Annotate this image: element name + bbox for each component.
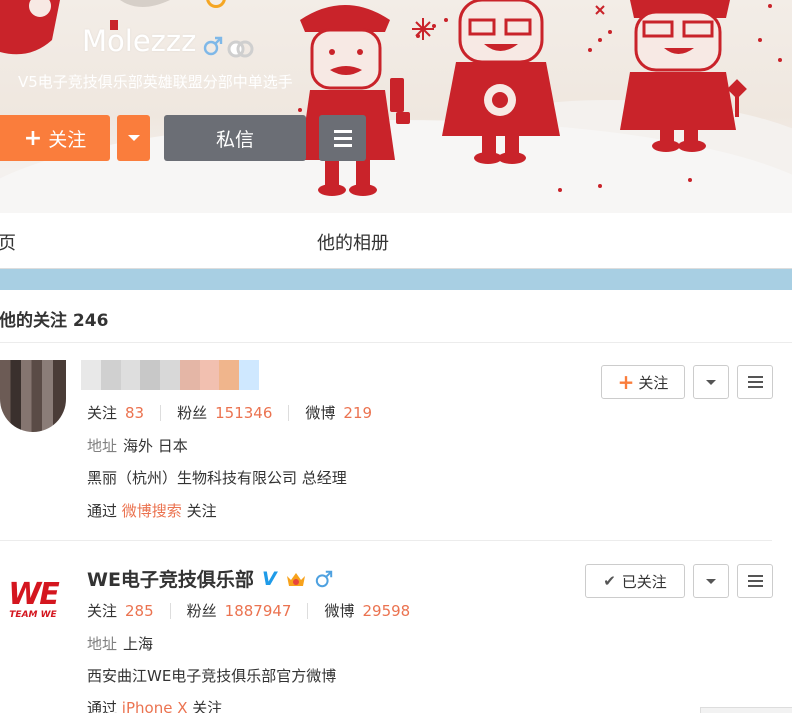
divider (0, 342, 792, 343)
follow-count[interactable]: 285 (125, 602, 154, 620)
member-crown-icon[interactable] (285, 570, 307, 588)
fans-label: 粉丝 (177, 404, 208, 422)
follow-item-description: 黑丽（杭州）生物科技有限公司 总经理 (87, 469, 347, 487)
message-button[interactable]: 私信 (164, 115, 306, 161)
avatar[interactable]: WE TEAM WE (0, 567, 66, 633)
follow-options-dropdown[interactable] (693, 564, 729, 598)
follow-item-name-row: WE电子竞技俱乐部 V (87, 565, 333, 592)
hamburger-icon (747, 376, 763, 378)
caret-down-icon (127, 135, 140, 141)
more-menu-button[interactable] (737, 365, 773, 399)
follow-item-name-blurred[interactable] (81, 360, 260, 390)
follow-item-via: 通过 微博搜索 关注 (87, 500, 217, 521)
following-button[interactable]: ✔ 已关注 (585, 564, 685, 598)
follow-dropdown-button[interactable] (117, 115, 150, 161)
follow-item-description: 西安曲江WE电子竞技俱乐部官方微博 (87, 667, 337, 685)
profile-banner: Molezzz V5电子竞技俱乐部英雄联盟分部中单选手 + 关注 私信 (0, 0, 792, 213)
weibo-label: 微博 (324, 602, 355, 620)
via-suffix: 关注 (186, 502, 217, 520)
follow-item-stats: 关注 83 粉丝 151346 微博 219 (87, 402, 372, 423)
avatar[interactable] (0, 360, 66, 432)
follow-list-section: 他的关注 246 关注 83 粉丝 151346 微博 219 地址 海外 日本 … (0, 290, 792, 713)
couple-ring-icon (227, 40, 254, 58)
follow-item-location: 地址 海外 日本 (87, 435, 188, 456)
more-menu-button[interactable] (319, 115, 366, 161)
weibo-count[interactable]: 29598 (363, 602, 411, 620)
male-icon (203, 36, 223, 56)
follow-item-name[interactable]: WE电子竞技俱乐部 (87, 565, 254, 592)
address-label: 地址 (87, 635, 118, 653)
follow-button[interactable]: + 关注 (0, 115, 110, 161)
follow-button-label: 关注 (48, 128, 87, 151)
plus-icon: + (23, 125, 43, 151)
divider (160, 404, 162, 421)
following-button-label: 已关注 (621, 572, 667, 591)
follow-item-location: 地址 上海 (87, 633, 153, 654)
check-icon: ✔ (603, 572, 616, 590)
follow-count[interactable]: 83 (125, 404, 144, 422)
section-separator-bar (0, 269, 792, 290)
follow-label: 关注 (87, 602, 118, 620)
hamburger-icon (747, 575, 763, 577)
weibo-label: 微博 (305, 404, 336, 422)
profile-bio: V5电子竞技俱乐部英雄联盟分部中单选手 (18, 73, 293, 91)
via-prefix: 通过 (87, 699, 118, 713)
hamburger-icon (333, 129, 352, 133)
fans-count[interactable]: 1887947 (225, 602, 292, 620)
via-prefix: 通过 (87, 502, 118, 520)
follow-list-title: 他的关注 246 (0, 311, 109, 331)
address-label: 地址 (87, 437, 118, 455)
male-icon (315, 570, 332, 587)
plus-icon: + (617, 370, 635, 394)
caret-down-icon (706, 379, 716, 385)
follow-button[interactable]: + 关注 (601, 365, 685, 399)
divider (169, 602, 171, 619)
via-source-link[interactable]: iPhone X (122, 699, 188, 713)
weibo-count[interactable]: 219 (343, 404, 372, 422)
location-value: 海外 日本 (123, 437, 188, 455)
follow-button-label: 关注 (638, 373, 669, 392)
divider (0, 540, 772, 541)
via-suffix: 关注 (192, 699, 223, 713)
profile-screen-name: Molezzz (82, 24, 197, 58)
via-source-link[interactable]: 微博搜索 (122, 502, 182, 520)
fans-label: 粉丝 (186, 602, 217, 620)
more-menu-button[interactable] (737, 564, 773, 598)
tab-album[interactable]: 他的相册 (317, 229, 389, 255)
verified-v-icon[interactable]: V (262, 568, 277, 590)
profile-nav: 页 他的相册 (0, 213, 792, 269)
divider (288, 404, 290, 421)
tab-home[interactable]: 页 (0, 229, 16, 255)
follow-options-dropdown[interactable] (693, 365, 729, 399)
fans-count[interactable]: 151346 (215, 404, 272, 422)
follow-item-via: 通过 iPhone X 关注 (87, 697, 222, 713)
location-value: 上海 (123, 635, 154, 653)
we-logo-text: WE (8, 577, 60, 612)
page-corner-widget (700, 707, 792, 713)
follow-item-stats: 关注 285 粉丝 1887947 微博 29598 (87, 600, 410, 621)
follow-label: 关注 (87, 404, 118, 422)
caret-down-icon (706, 578, 716, 584)
we-logo-subtext: TEAM WE (9, 610, 57, 620)
divider (307, 602, 309, 619)
